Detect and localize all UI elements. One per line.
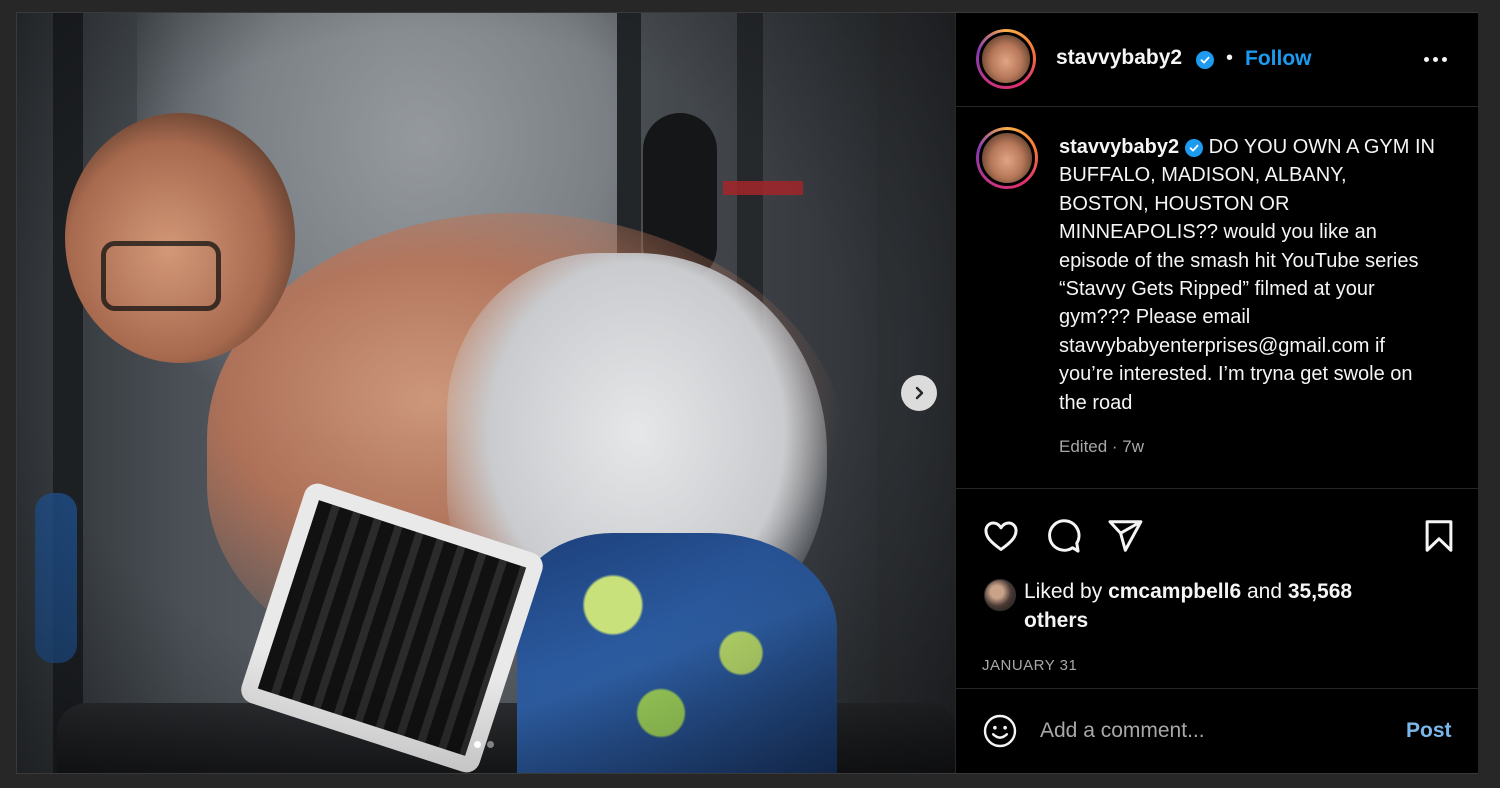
carousel-dot bbox=[487, 741, 494, 748]
likes-prefix: Liked by bbox=[1024, 580, 1109, 603]
verified-badge-icon bbox=[1185, 138, 1204, 157]
chevron-right-icon bbox=[915, 386, 924, 400]
post-date[interactable]: JANUARY 31 bbox=[982, 657, 1077, 674]
post-comment-button[interactable]: Post bbox=[1406, 719, 1452, 743]
author-avatar[interactable] bbox=[976, 29, 1036, 89]
carousel-dot-active bbox=[474, 741, 481, 748]
caption-meta: Edited · 7w bbox=[1059, 437, 1145, 456]
follow-button[interactable]: Follow bbox=[1245, 47, 1312, 71]
verified-badge-icon bbox=[1196, 51, 1214, 69]
header-separator: • bbox=[1226, 47, 1234, 69]
caption-author-username[interactable]: stavvybaby2 bbox=[1059, 136, 1179, 158]
liker-avatar[interactable] bbox=[984, 579, 1016, 611]
likes-and: and bbox=[1241, 580, 1288, 603]
comment-bar: Post bbox=[956, 689, 1478, 773]
share-icon[interactable] bbox=[1106, 517, 1144, 555]
carousel-next-button[interactable] bbox=[901, 375, 937, 411]
likes-count[interactable]: 35,568 bbox=[1288, 580, 1352, 603]
instagram-post: stavvybaby2 • Follow stavvybaby2 DO YOU … bbox=[16, 12, 1478, 774]
comment-icon[interactable] bbox=[1044, 517, 1082, 555]
post-actions: Liked by cmcampbell6 and 35,568 others J… bbox=[956, 489, 1478, 689]
bookmark-icon[interactable] bbox=[1420, 517, 1458, 555]
post-caption: stavvybaby2 DO YOU OWN A GYM IN BUFFALO,… bbox=[956, 107, 1478, 489]
post-header: stavvybaby2 • Follow bbox=[956, 13, 1478, 107]
likes-summary[interactable]: Liked by cmcampbell6 and 35,568 others bbox=[1024, 577, 1444, 635]
likes-user[interactable]: cmcampbell6 bbox=[1108, 580, 1241, 603]
heart-icon[interactable] bbox=[982, 517, 1020, 555]
caption-text-block: stavvybaby2 DO YOU OWN A GYM IN BUFFALO,… bbox=[1059, 133, 1439, 417]
screenshot-frame: stavvybaby2 • Follow stavvybaby2 DO YOU … bbox=[0, 0, 1500, 788]
photo-vignette bbox=[17, 13, 955, 773]
caption-body: DO YOU OWN A GYM IN BUFFALO, MADISON, AL… bbox=[1059, 136, 1435, 414]
more-icon[interactable] bbox=[1424, 57, 1447, 62]
carousel-indicator bbox=[474, 741, 494, 748]
post-side-panel: stavvybaby2 • Follow stavvybaby2 DO YOU … bbox=[955, 13, 1478, 773]
comment-input[interactable] bbox=[1040, 713, 1380, 749]
caption-author-avatar[interactable] bbox=[976, 127, 1038, 189]
author-username[interactable]: stavvybaby2 bbox=[1056, 46, 1182, 70]
post-photo[interactable] bbox=[17, 13, 955, 773]
emoji-icon[interactable] bbox=[982, 713, 1018, 749]
likes-suffix[interactable]: others bbox=[1024, 609, 1088, 632]
